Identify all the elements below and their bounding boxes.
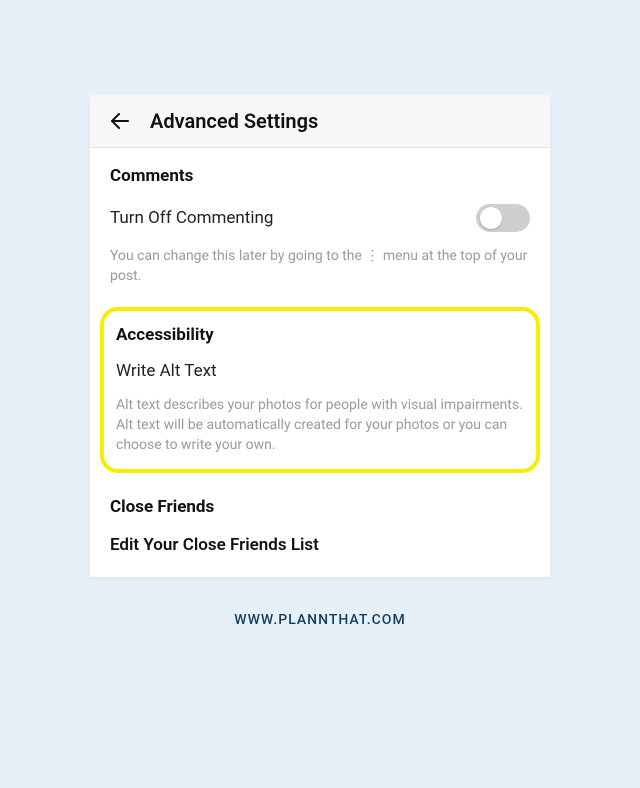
back-arrow-icon[interactable] xyxy=(108,109,132,133)
write-alt-text-link[interactable]: Write Alt Text xyxy=(116,361,524,381)
edit-close-friends-link[interactable]: Edit Your Close Friends List xyxy=(110,535,530,555)
accessibility-heading: Accessibility xyxy=(116,325,524,345)
comments-description: You can change this later by going to th… xyxy=(110,246,530,287)
page-title: Advanced Settings xyxy=(150,109,318,133)
turn-off-commenting-label: Turn Off Commenting xyxy=(110,208,273,228)
settings-card: Advanced Settings Comments Turn Off Comm… xyxy=(90,95,550,577)
header-bar: Advanced Settings xyxy=(90,95,550,148)
toggle-knob xyxy=(480,207,502,229)
footer-url: WWW.PLANNTHAT.COM xyxy=(234,612,405,628)
close-friends-heading: Close Friends xyxy=(110,497,530,517)
comments-heading: Comments xyxy=(110,166,530,186)
accessibility-description: Alt text describes your photos for peopl… xyxy=(116,395,524,456)
comments-section: Comments Turn Off Commenting You can cha… xyxy=(90,148,550,299)
close-friends-section: Close Friends Edit Your Close Friends Li… xyxy=(90,487,550,577)
accessibility-highlight: Accessibility Write Alt Text Alt text de… xyxy=(100,307,540,474)
turn-off-commenting-row: Turn Off Commenting xyxy=(110,204,530,232)
commenting-toggle[interactable] xyxy=(476,204,530,232)
